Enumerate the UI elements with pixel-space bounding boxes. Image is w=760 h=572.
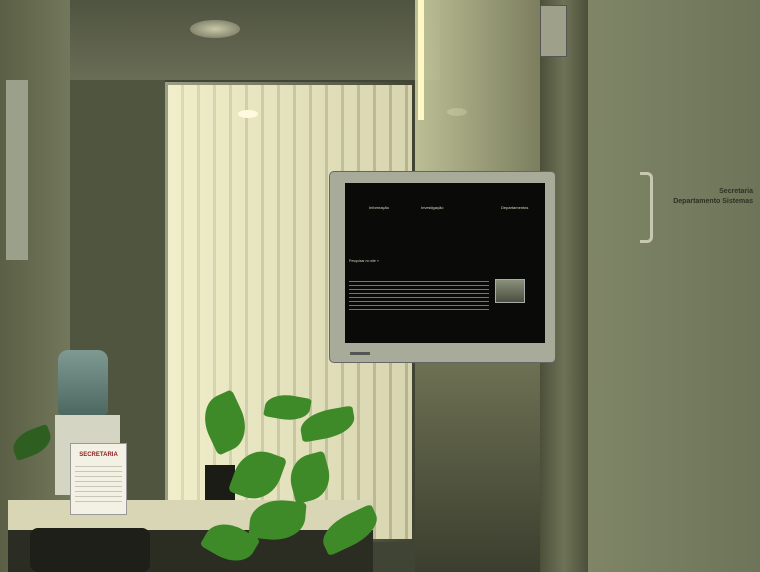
glass-light-edge: [418, 0, 424, 120]
door-sign: Secretaria Departamento Sistemas: [655, 182, 755, 242]
chair: [30, 528, 150, 572]
water-cooler-bottle: [58, 350, 108, 415]
screen-nav-item: Investigação: [421, 205, 444, 210]
screen-nav: Informação Investigação Departamentos: [351, 197, 539, 215]
door-handle: [640, 172, 653, 243]
monitor-screen: Informação Investigação Departamentos Pe…: [345, 183, 545, 343]
glass-partition-lower: [415, 360, 555, 572]
left-poster: [6, 80, 28, 260]
screen-body-text: [349, 281, 489, 311]
ceiling: [30, 0, 440, 80]
reflection-light: [238, 110, 258, 118]
ceiling-light: [190, 20, 240, 38]
desk-sign-title: SECRETARIA: [79, 452, 118, 458]
screen-list-line: Pesquisar no site »: [349, 259, 379, 263]
right-wall: [588, 0, 760, 572]
screen-nav-item: Departamentos: [501, 205, 529, 210]
desk-sign: SECRETARIA: [70, 443, 127, 515]
desk-sign-body: [75, 466, 122, 506]
photo-scene: Secretaria Departamento Sistemas Informa…: [0, 0, 760, 572]
screen-nav-item: Informação: [369, 205, 390, 210]
screen-thumbnail: [495, 279, 525, 303]
monitor-logo: [350, 352, 370, 355]
door-sign-line2: Departamento Sistemas: [673, 198, 753, 205]
door-sign-line1: Secretaria: [719, 188, 753, 195]
hinge: [540, 5, 567, 57]
